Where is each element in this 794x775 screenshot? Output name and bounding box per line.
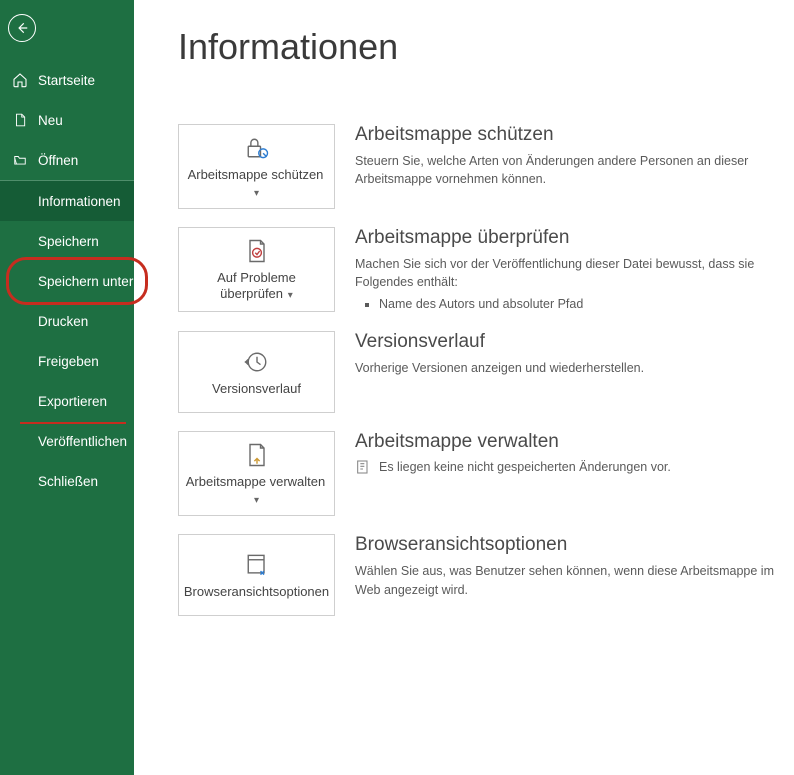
sidebar-item-drucken[interactable]: Drucken <box>0 301 134 341</box>
sidebar-item-label: Veröffentlichen <box>38 434 127 449</box>
sidebar-item-label: Neu <box>38 113 63 128</box>
sidebar-item-oeffnen[interactable]: Öffnen <box>0 140 134 180</box>
card-label: Arbeitsmappe verwalten <box>186 474 325 489</box>
file-icon <box>12 112 28 128</box>
section-desc: Wählen Sie aus, was Benutzer sehen könne… <box>355 562 778 598</box>
folder-open-icon <box>12 152 28 168</box>
backstage-sidebar: Startseite Neu Öffnen Informationen Spei… <box>0 0 134 775</box>
card-label: Versionsverlauf <box>212 381 301 396</box>
section-desc: Vorherige Versionen anzeigen und wiederh… <box>355 359 778 377</box>
section-history: Versionsverlauf Versionsverlauf Vorherig… <box>178 331 794 413</box>
section-manage: Arbeitsmappe verwalten ▾ Arbeitsmappe ve… <box>178 431 794 516</box>
sidebar-item-freigeben[interactable]: Freigeben <box>0 341 134 381</box>
section-title: Browseransichtsoptionen <box>355 534 778 556</box>
check-document-icon <box>243 236 271 266</box>
section-browser: Browseransichtsoptionen Browseransichtso… <box>178 534 794 616</box>
sidebar-item-label: Speichern <box>38 234 99 249</box>
lock-key-icon <box>242 133 272 163</box>
sidebar-item-veroeffentlichen[interactable]: Veröffentlichen <box>0 421 134 461</box>
sidebar-item-schliessen[interactable]: Schließen <box>0 461 134 501</box>
sidebar-item-label: Schließen <box>38 474 98 489</box>
sidebar-item-startseite[interactable]: Startseite <box>0 60 134 100</box>
section-inspect: Auf Probleme überprüfen ▾ Arbeitsmappe ü… <box>178 227 794 313</box>
page-title: Informationen <box>178 26 794 68</box>
section-desc: Steuern Sie, welche Arten von Änderungen… <box>355 152 778 188</box>
sidebar-item-label: Startseite <box>38 73 95 88</box>
chevron-down-icon: ▾ <box>285 290 293 301</box>
sidebar-item-label: Informationen <box>38 194 121 209</box>
home-icon <box>12 72 28 88</box>
section-desc: Es liegen keine nicht gespeicherten Ände… <box>379 460 671 474</box>
chevron-down-icon: ▾ <box>254 188 259 199</box>
inspect-bullet: Name des Autors und absoluter Pfad <box>379 295 778 313</box>
section-title: Versionsverlauf <box>355 331 778 353</box>
sidebar-item-exportieren[interactable]: Exportieren <box>0 381 134 421</box>
browser-view-options-button[interactable]: Browseransichtsoptionen <box>178 534 335 616</box>
check-issues-button[interactable]: Auf Probleme überprüfen ▾ <box>178 227 335 312</box>
sidebar-item-label: Speichern unter <box>38 274 133 289</box>
card-label: Browseransichtsoptionen <box>184 584 329 599</box>
sidebar-item-label: Freigeben <box>38 354 99 369</box>
back-button[interactable] <box>8 14 36 42</box>
sidebar-item-neu[interactable]: Neu <box>0 100 134 140</box>
section-title: Arbeitsmappe schützen <box>355 124 778 146</box>
unsaved-icon <box>355 459 371 475</box>
sidebar-item-label: Öffnen <box>38 153 78 168</box>
main-panel: Informationen Arbeitsmappe schützen ▾ Ar… <box>134 0 794 775</box>
section-protect: Arbeitsmappe schützen ▾ Arbeitsmappe sch… <box>178 124 794 209</box>
section-title: Arbeitsmappe überprüfen <box>355 227 778 249</box>
back-arrow-icon <box>15 21 29 35</box>
version-history-button[interactable]: Versionsverlauf <box>178 331 335 413</box>
protect-workbook-button[interactable]: Arbeitsmappe schützen ▾ <box>178 124 335 209</box>
section-desc: Machen Sie sich vor der Veröffentlichung… <box>355 255 778 291</box>
manage-workbook-button[interactable]: Arbeitsmappe verwalten ▾ <box>178 431 335 516</box>
chevron-down-icon: ▾ <box>254 495 259 506</box>
sidebar-item-label: Drucken <box>38 314 88 329</box>
sidebar-item-speichern-unter[interactable]: Speichern unter <box>0 261 134 301</box>
sidebar-item-informationen[interactable]: Informationen <box>0 181 134 221</box>
manage-document-icon <box>243 440 271 470</box>
history-icon <box>243 347 271 377</box>
browser-icon <box>243 550 271 580</box>
section-title: Arbeitsmappe verwalten <box>355 431 778 453</box>
sidebar-item-speichern[interactable]: Speichern <box>0 221 134 261</box>
card-label: Arbeitsmappe schützen <box>188 167 324 182</box>
sidebar-item-label: Exportieren <box>38 394 107 409</box>
